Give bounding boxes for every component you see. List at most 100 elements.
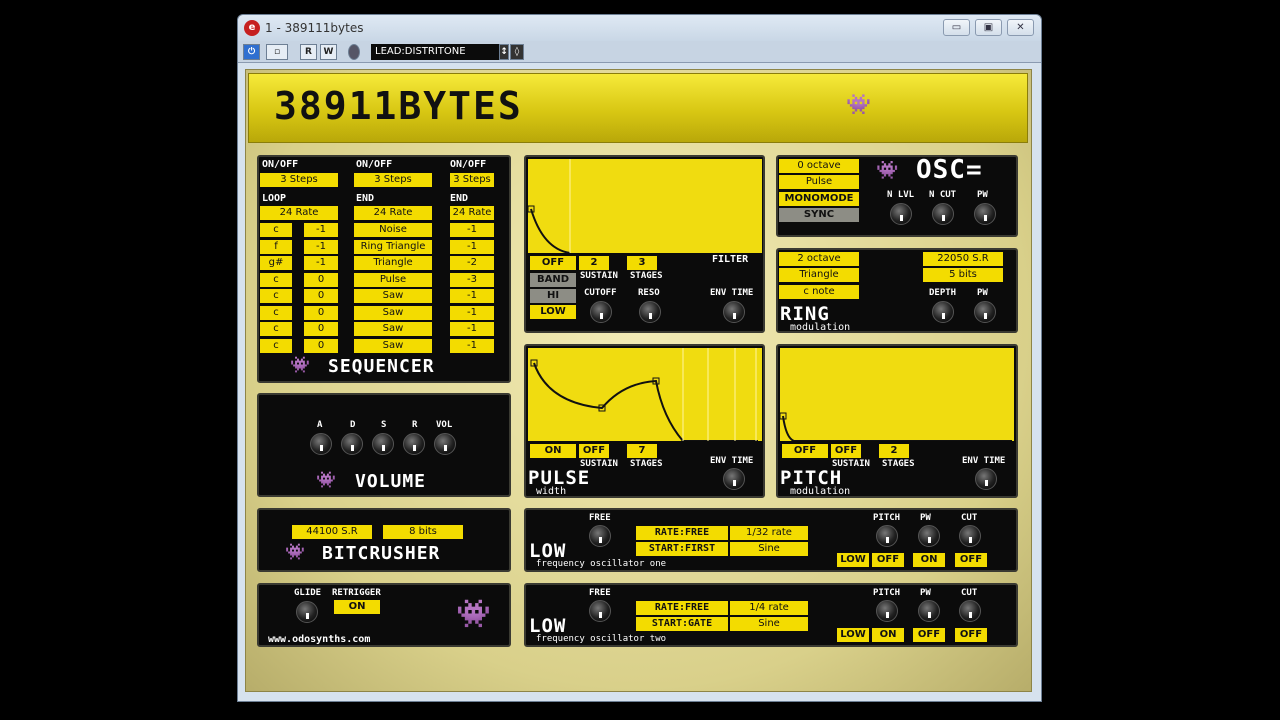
seq-col1-rate[interactable]: 24 Rate — [260, 206, 338, 220]
retrigger-toggle[interactable]: ON — [334, 600, 380, 614]
seq-row-value[interactable]: -3 — [450, 272, 494, 287]
minimize-button[interactable]: ▭ — [943, 19, 970, 36]
osc-sync[interactable]: SYNC — [779, 208, 859, 222]
volume-decay-knob[interactable] — [341, 433, 363, 455]
ring-bits[interactable]: 5 bits — [923, 268, 1003, 282]
filter-low-button[interactable]: LOW — [530, 305, 576, 319]
volume-level-knob[interactable] — [434, 433, 456, 455]
power-icon[interactable]: ⏻ — [243, 44, 260, 60]
lfo1-cut-toggle[interactable]: OFF — [955, 553, 987, 567]
seq-row-value[interactable]: -1 — [450, 338, 494, 353]
filter-stages[interactable]: 3 — [627, 256, 657, 270]
lfo2-cut-knob[interactable] — [959, 600, 981, 622]
seq-row-transpose[interactable]: -1 — [304, 239, 338, 254]
filter-reso-knob[interactable] — [639, 301, 661, 323]
osc-monomode[interactable]: MONOMODE — [779, 192, 859, 206]
seq-row-transpose[interactable]: 0 — [304, 338, 338, 353]
seq-row-wave[interactable]: Ring Triangle — [354, 239, 432, 254]
lfo2-pitch-knob[interactable] — [876, 600, 898, 622]
close-button[interactable]: ✕ — [1007, 19, 1034, 36]
volume-release-knob[interactable] — [403, 433, 425, 455]
lfo1-pw-toggle[interactable]: ON — [913, 553, 945, 567]
osc-octave[interactable]: 0 octave — [779, 159, 859, 173]
filter-env-graph[interactable] — [527, 159, 762, 254]
ring-depth-knob[interactable] — [932, 301, 954, 323]
seq-row-transpose[interactable]: 0 — [304, 272, 338, 287]
pitch-env-graph[interactable] — [779, 348, 1014, 442]
lfo2-low-toggle[interactable]: LOW — [837, 628, 869, 642]
seq-col2-rate[interactable]: 24 Rate — [354, 206, 432, 220]
filter-envtime-knob[interactable] — [723, 301, 745, 323]
seq-row-note[interactable]: c — [260, 322, 292, 336]
preset-selector[interactable]: LEAD:DISTRITONE — [371, 44, 499, 60]
seq-row-value[interactable]: -1 — [450, 223, 494, 237]
seq-row-value[interactable]: -1 — [450, 289, 494, 303]
pulse-sustain[interactable]: OFF — [579, 444, 609, 458]
bypass-button[interactable]: ▫ — [266, 44, 288, 60]
seq-row-note[interactable]: c — [260, 338, 292, 353]
lfo2-start-value[interactable]: Sine — [730, 617, 808, 631]
seq-row-transpose[interactable]: 0 — [304, 322, 338, 336]
lfo1-pw-knob[interactable] — [918, 525, 940, 547]
lfo2-rate-value[interactable]: 1/4 rate — [730, 601, 808, 615]
lfo1-rate-knob[interactable] — [589, 525, 611, 547]
lfo1-pitch-toggle[interactable]: OFF — [872, 553, 904, 567]
bitcrusher-bits[interactable]: 8 bits — [383, 525, 463, 539]
seq-row-wave[interactable]: Saw — [354, 289, 432, 303]
seq-row-wave[interactable]: Noise — [354, 223, 432, 237]
pitch-stages[interactable]: 2 — [879, 444, 909, 458]
osc-pw-knob[interactable] — [974, 203, 996, 225]
seq-col2-onoff[interactable]: ON/OFF — [356, 159, 392, 170]
seq-row-wave[interactable]: Saw — [354, 322, 432, 336]
bitcrusher-samplerate[interactable]: 44100 S.R — [292, 525, 372, 539]
title-bar[interactable]: e 1 - 389111bytes ▭ ▣ ✕ — [238, 15, 1041, 41]
preset-arrows-icon[interactable]: ↕ — [499, 44, 509, 60]
lfo2-pitch-toggle[interactable]: ON — [872, 628, 904, 642]
seq-row-wave[interactable]: Saw — [354, 305, 432, 320]
volume-attack-knob[interactable] — [310, 433, 332, 455]
lfo2-rate-knob[interactable] — [589, 600, 611, 622]
osc-ncut-knob[interactable] — [932, 203, 954, 225]
seq-row-wave[interactable]: Saw — [354, 338, 432, 353]
seq-row-value[interactable]: -1 — [450, 322, 494, 336]
seq-col2-steps[interactable]: 3 Steps — [354, 173, 432, 187]
seq-row-note[interactable]: c — [260, 305, 292, 320]
pitch-sustain[interactable]: OFF — [831, 444, 861, 458]
filter-sustain[interactable]: 2 — [579, 256, 609, 270]
write-automation-button[interactable]: W — [320, 44, 337, 60]
pulse-onoff[interactable]: ON — [530, 444, 576, 458]
seq-row-transpose[interactable]: 0 — [304, 289, 338, 303]
glide-knob[interactable] — [296, 601, 318, 623]
filter-onoff[interactable]: OFF — [530, 256, 576, 270]
seq-row-note[interactable]: c — [260, 223, 292, 237]
seq-row-note[interactable]: c — [260, 272, 292, 287]
seq-row-transpose[interactable]: -1 — [304, 256, 338, 270]
seq-row-value[interactable]: -2 — [450, 256, 494, 270]
filter-hi-button[interactable]: HI — [530, 289, 576, 303]
ring-pw-knob[interactable] — [974, 301, 996, 323]
pulse-env-graph[interactable] — [528, 348, 762, 442]
ring-samplerate[interactable]: 22050 S.R — [923, 252, 1003, 266]
lfo1-cut-knob[interactable] — [959, 525, 981, 547]
ring-note[interactable]: c note — [779, 285, 859, 299]
filter-band-button[interactable]: BAND — [530, 273, 576, 287]
ring-octave[interactable]: 2 octave — [779, 252, 859, 266]
seq-col3-rate[interactable]: 24 Rate — [450, 206, 494, 220]
seq-row-wave[interactable]: Pulse — [354, 272, 432, 287]
ring-wave[interactable]: Triangle — [779, 268, 859, 282]
seq-col1-onoff[interactable]: ON/OFF — [262, 159, 298, 170]
lfo1-low-toggle[interactable]: LOW — [837, 553, 869, 567]
osc-wave[interactable]: Pulse — [779, 175, 859, 189]
seq-row-note[interactable]: f — [260, 239, 292, 254]
pulse-envtime-knob[interactable] — [723, 468, 745, 490]
maximize-button[interactable]: ▣ — [975, 19, 1002, 36]
lfo1-start-value[interactable]: Sine — [730, 542, 808, 556]
lfo2-cut-toggle[interactable]: OFF — [955, 628, 987, 642]
volume-sustain-knob[interactable] — [372, 433, 394, 455]
seq-row-value[interactable]: -1 — [450, 305, 494, 320]
seq-row-note[interactable]: g# — [260, 256, 292, 270]
lfo2-pw-knob[interactable] — [918, 600, 940, 622]
lfo2-pw-toggle[interactable]: OFF — [913, 628, 945, 642]
preset-menu-icon[interactable]: ◊ — [510, 44, 524, 60]
seq-col3-steps[interactable]: 3 Steps — [450, 173, 494, 187]
